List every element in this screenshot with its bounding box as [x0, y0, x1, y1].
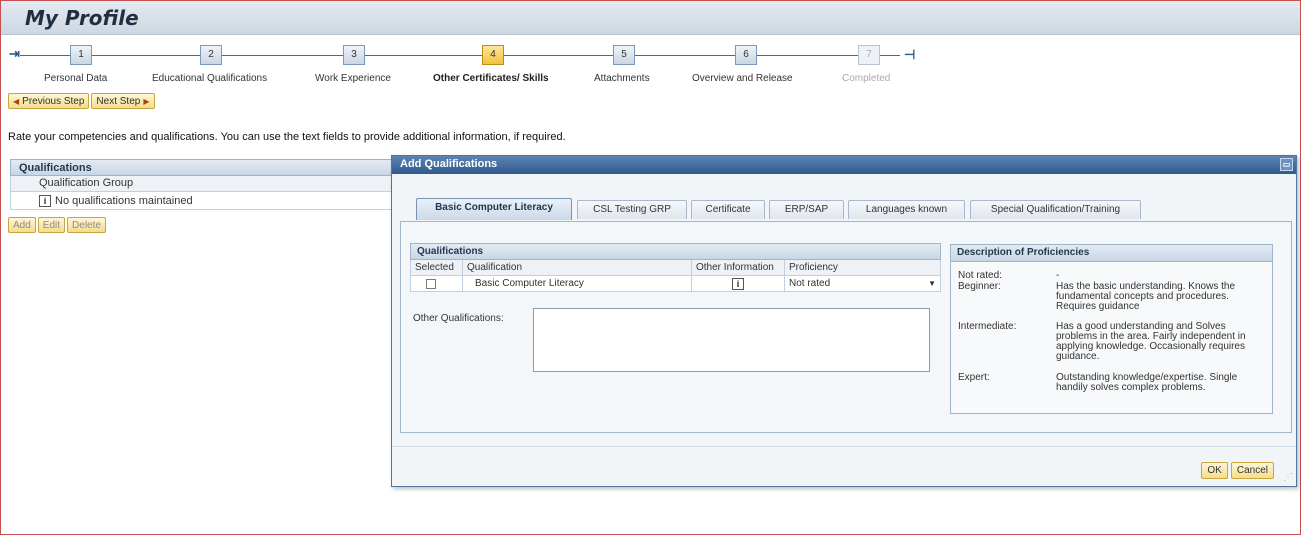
description-term: Intermediate:: [958, 321, 1017, 332]
page-header: My Profile: [1, 1, 1300, 35]
qualifications-grid-title: Qualifications: [410, 243, 941, 260]
next-step-label: Next Step: [96, 95, 141, 107]
proficiency-dropdown[interactable]: Not rated ▼: [785, 276, 941, 292]
step-7-label: Completed: [842, 73, 891, 84]
arrow-left-icon: ◀: [13, 96, 20, 106]
proficiency-description-panel: Description of Proficiencies Not rated: …: [950, 244, 1273, 414]
tab-basic-computer-literacy[interactable]: Basic Computer Literacy: [416, 198, 572, 220]
step-3-button[interactable]: 3: [343, 45, 365, 65]
tab-special-qualification-training[interactable]: Special Qualification/Training: [970, 200, 1141, 219]
step-6-label[interactable]: Overview and Release: [692, 73, 793, 84]
cancel-button[interactable]: Cancel: [1230, 462, 1274, 479]
tab-certificate[interactable]: Certificate: [691, 200, 765, 219]
next-step-button[interactable]: Next Step ▶: [91, 93, 155, 109]
other-qualifications-textarea[interactable]: [533, 308, 930, 372]
qualifications-table: Qualifications Qualification Group i No …: [10, 159, 400, 210]
arrow-right-icon: ▶: [143, 96, 150, 106]
description-term: Expert:: [958, 372, 990, 383]
description-term: Beginner:: [958, 281, 1001, 292]
column-qualification[interactable]: Qualification: [463, 260, 692, 276]
tab-csl-testing-grp[interactable]: CSL Testing GRP: [577, 200, 687, 219]
tab-languages-known[interactable]: Languages known: [848, 200, 965, 219]
column-proficiency[interactable]: Proficiency: [785, 260, 941, 276]
page-title: My Profile: [25, 6, 139, 30]
step-1-label[interactable]: Personal Data: [44, 73, 107, 84]
other-qualifications-label: Other Qualifications:: [413, 313, 504, 324]
step-7-button: 7: [858, 45, 880, 65]
roadmap-line: [20, 55, 900, 56]
description-definition: Has a good understanding and Solves prob…: [1056, 321, 1246, 362]
row-selected-cell: [410, 276, 463, 292]
step-1-button[interactable]: 1: [70, 45, 92, 65]
qualification-group-header[interactable]: Qualification Group: [10, 176, 400, 192]
row-qualification-cell: Basic Computer Literacy: [463, 276, 692, 292]
dialog-titlebar: Add Qualifications ▭: [392, 156, 1296, 174]
qualifications-grid: Qualifications Selected Qualification Ot…: [410, 243, 941, 292]
step-4-button[interactable]: 4: [482, 45, 504, 65]
proficiency-value: Not rated: [789, 278, 831, 289]
roadmap-start-icon: ⇥: [9, 46, 20, 61]
dialog-footer-buttons: OK Cancel: [1201, 462, 1274, 479]
step-2-label[interactable]: Educational Qualifications: [152, 73, 267, 84]
roadmap: ⇥ ⊣ 1 2 3 4 5 6 7 Personal Data Educatio…: [0, 40, 1000, 90]
add-button[interactable]: Add: [8, 217, 36, 233]
instructions-text: Rate your competencies and qualification…: [8, 131, 566, 143]
selected-checkbox[interactable]: [426, 278, 436, 289]
description-term: Not rated:: [958, 270, 1002, 281]
dialog-title: Add Qualifications: [400, 158, 498, 170]
qualifications-table-toolbar: Add Edit Delete: [8, 217, 106, 233]
ok-button[interactable]: OK: [1201, 462, 1228, 479]
step-5-label[interactable]: Attachments: [594, 73, 650, 84]
delete-button[interactable]: Delete: [67, 217, 106, 233]
description-definition: Has the basic understanding. Knows the f…: [1056, 281, 1235, 312]
dialog-footer: OK Cancel ⋰: [392, 446, 1296, 486]
step-2-button[interactable]: 2: [200, 45, 222, 65]
qualification-name: Basic Computer Literacy: [475, 278, 584, 289]
qualifications-table-title: Qualifications: [10, 159, 400, 176]
edit-button[interactable]: Edit: [37, 217, 66, 233]
description-definition: Outstanding knowledge/expertise. Single …: [1056, 372, 1238, 393]
step-6-button[interactable]: 6: [735, 45, 757, 65]
row-other-info-cell: i: [692, 276, 785, 292]
add-qualifications-dialog: Add Qualifications ▭ Basic Computer Lite…: [391, 155, 1297, 487]
step-navigation: ◀ Previous Step Next Step ▶: [8, 93, 155, 109]
proficiency-description-title: Description of Proficiencies: [951, 245, 1272, 262]
step-3-label[interactable]: Work Experience: [315, 73, 391, 84]
empty-row: i No qualifications maintained: [10, 192, 400, 210]
column-selected[interactable]: Selected: [410, 260, 463, 276]
step-5-button[interactable]: 5: [613, 45, 635, 65]
resize-grip-icon[interactable]: ⋰: [1283, 472, 1293, 483]
tab-erp-sap[interactable]: ERP/SAP: [769, 200, 844, 219]
tab-panel: Qualifications Selected Qualification Ot…: [400, 221, 1292, 433]
previous-step-button[interactable]: ◀ Previous Step: [8, 93, 90, 109]
step-4-label[interactable]: Other Certificates/ Skills: [433, 73, 549, 84]
info-icon: i: [39, 194, 51, 207]
empty-row-text: No qualifications maintained: [55, 194, 193, 207]
dropdown-caret-icon: ▼: [928, 279, 936, 288]
description-definition: -: [1056, 270, 1060, 281]
previous-step-label: Previous Step: [22, 95, 85, 107]
column-other-information[interactable]: Other Information: [692, 260, 785, 276]
roadmap-end-icon: ⊣: [904, 47, 916, 62]
other-information-icon[interactable]: i: [732, 277, 744, 290]
maximize-icon[interactable]: ▭: [1280, 158, 1293, 171]
